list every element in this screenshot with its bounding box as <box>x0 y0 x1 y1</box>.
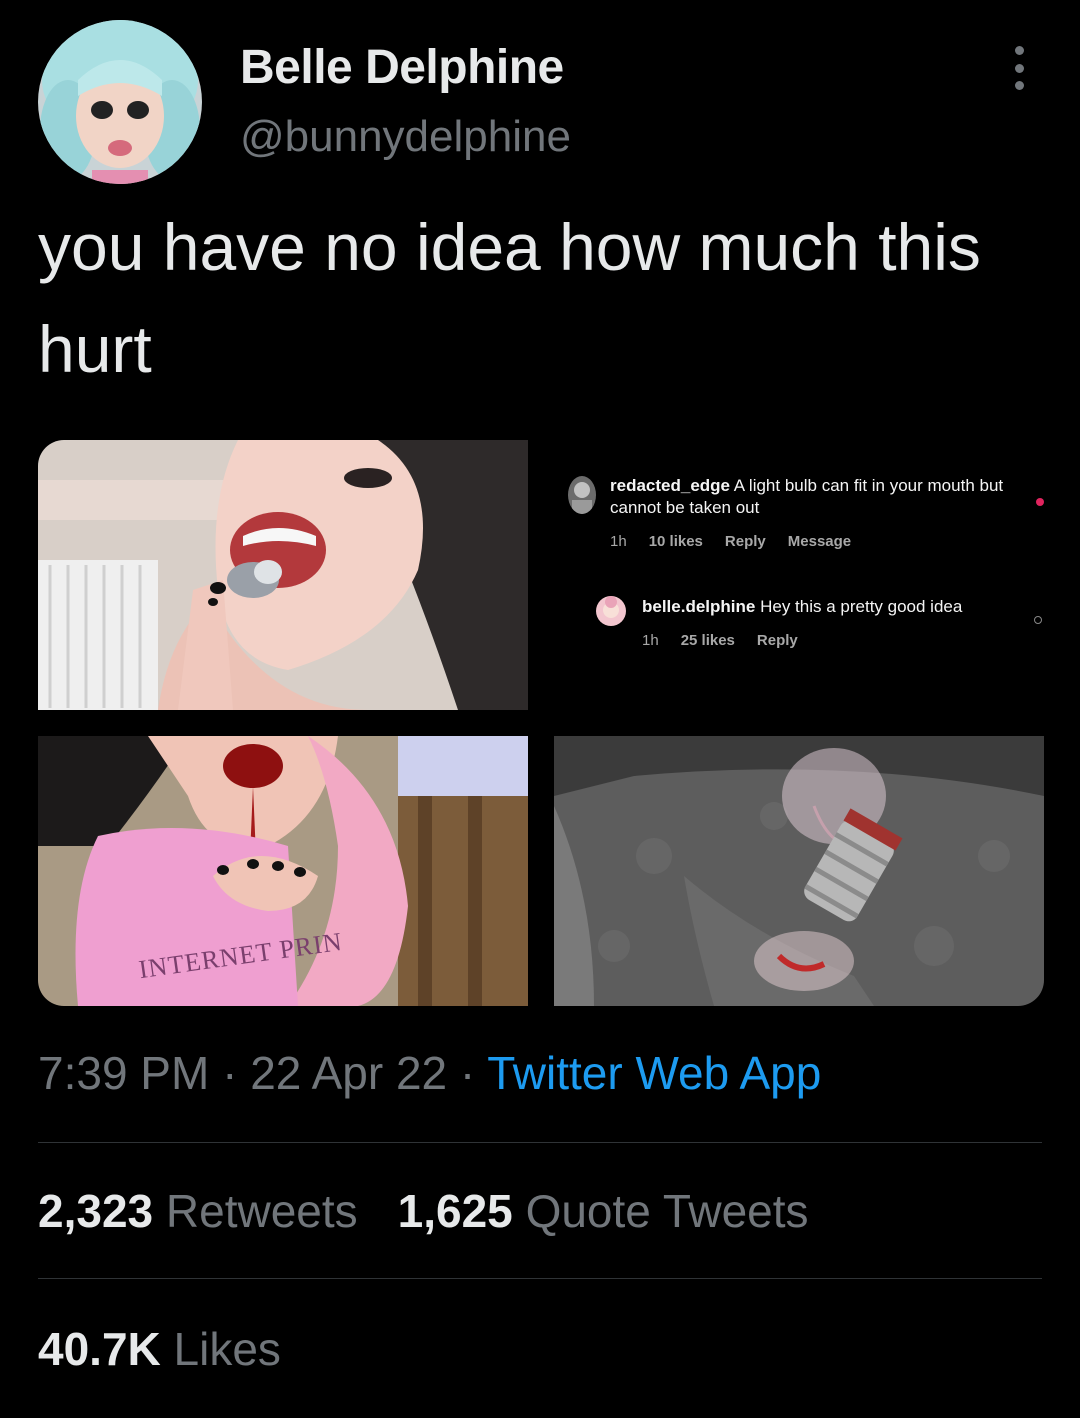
comment-1-reply[interactable]: Reply <box>725 533 766 550</box>
commenter-avatar <box>568 476 596 514</box>
heart-icon[interactable] <box>1036 498 1044 506</box>
comment-1-message[interactable]: Message <box>788 533 851 550</box>
comment-1-time: 1h <box>610 533 627 550</box>
divider <box>38 1278 1042 1279</box>
tweet-meta: 7:39 PM · 22 Apr 22 · Twitter Web App <box>38 1047 822 1099</box>
comment-2-username[interactable]: belle.delphine <box>642 597 755 616</box>
quote-tweets-stat[interactable]: 1,625 Quote Tweets <box>398 1185 809 1237</box>
more-options-button[interactable] <box>1004 46 1034 90</box>
retweets-stat[interactable]: 2,323 Retweets <box>38 1185 358 1237</box>
comment-2-likes[interactable]: 25 likes <box>681 632 735 649</box>
likes-count: 40.7K <box>38 1323 161 1375</box>
more-dots-icon <box>1014 46 1024 55</box>
reply-avatar <box>596 596 626 626</box>
avatar[interactable] <box>38 20 202 184</box>
comment-1-likes[interactable]: 10 likes <box>649 533 703 550</box>
quote-tweets-label: Quote Tweets <box>525 1185 809 1237</box>
likes-label: Likes <box>173 1323 281 1375</box>
divider <box>38 1142 1042 1143</box>
tweet-stats: 2,323 Retweets 1,625 Quote Tweets <box>38 1184 809 1238</box>
comment-1: redacted_edge A light bulb can fit in yo… <box>610 475 1020 550</box>
comment-2-reply[interactable]: Reply <box>757 632 798 649</box>
comment-2-text: Hey this a pretty good idea <box>760 597 963 616</box>
likes-stat[interactable]: 40.7K Likes <box>38 1322 281 1376</box>
quote-tweets-count: 1,625 <box>397 1185 513 1237</box>
media-photo-2-comments[interactable]: redacted_edge A light bulb can fit in yo… <box>554 440 1044 710</box>
author-handle[interactable]: @bunnydelphine <box>240 112 571 162</box>
heart-outline-icon[interactable] <box>1034 616 1042 624</box>
media-photo-3[interactable]: INTERNET PRIN <box>38 736 528 1006</box>
retweets-label: Retweets <box>165 1185 358 1237</box>
media-grid: redacted_edge A light bulb can fit in yo… <box>38 440 1044 1006</box>
comment-2-time: 1h <box>642 632 659 649</box>
retweets-count: 2,323 <box>38 1185 154 1237</box>
comment-2: belle.delphine Hey this a pretty good id… <box>642 596 1012 649</box>
tweet-detail: Belle Delphine @bunnydelphine you have n… <box>0 0 1080 1418</box>
author-display-name[interactable]: Belle Delphine <box>240 40 564 95</box>
comment-1-username[interactable]: redacted_edge <box>610 476 730 495</box>
tweet-time[interactable]: 7:39 PM <box>38 1047 209 1099</box>
tweet-date[interactable]: 22 Apr 22 <box>250 1047 447 1099</box>
media-photo-4[interactable] <box>554 736 1044 1006</box>
tweet-source-link[interactable]: Twitter Web App <box>487 1047 821 1099</box>
media-photo-1[interactable] <box>38 440 528 710</box>
tweet-text: you have no idea how much this hurt <box>38 210 981 386</box>
